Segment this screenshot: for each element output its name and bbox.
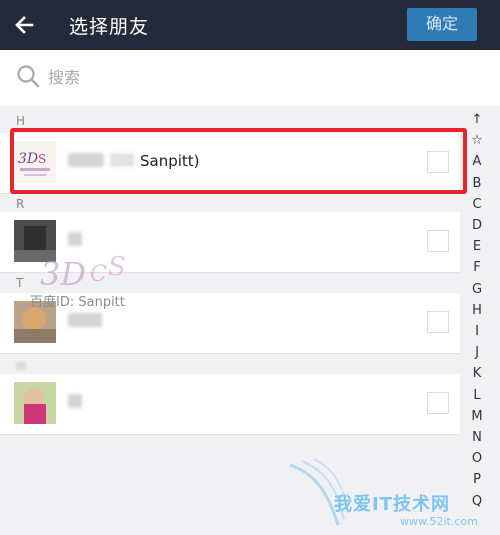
index-letter[interactable]: ↑ — [462, 112, 492, 127]
confirm-button[interactable]: 确定 — [407, 8, 477, 41]
section-letter: R — [16, 197, 25, 211]
select-checkbox[interactable] — [427, 230, 449, 252]
highlight-annotation — [10, 128, 467, 194]
index-letter[interactable]: C — [462, 197, 492, 212]
index-letter[interactable]: B — [462, 176, 492, 191]
index-letter[interactable]: G — [462, 282, 492, 297]
index-letter[interactable]: K — [462, 366, 492, 381]
index-letter[interactable]: D — [462, 218, 492, 233]
index-letter[interactable]: F — [462, 260, 492, 275]
friend-row[interactable] — [0, 374, 460, 435]
index-letter[interactable]: I — [462, 324, 492, 339]
index-letter[interactable]: L — [462, 388, 492, 403]
brand-watermark-url: www.52it.com — [400, 515, 478, 528]
index-letter[interactable]: A — [462, 154, 492, 169]
svg-text:S: S — [108, 252, 126, 282]
index-letter[interactable]: H — [462, 303, 492, 318]
search-input[interactable] — [46, 62, 410, 92]
page-title: 选择朋友 — [69, 16, 150, 38]
index-letter[interactable]: ☆ — [462, 133, 492, 148]
section-letter: H — [16, 114, 26, 128]
brand-watermark-text: 我爱IT技术网 — [334, 494, 450, 515]
index-letter[interactable]: M — [462, 409, 492, 424]
avatar — [14, 382, 56, 424]
svg-text:C: C — [90, 262, 107, 287]
blurred-name — [68, 313, 102, 327]
select-checkbox[interactable] — [427, 311, 449, 333]
index-letter[interactable]: N — [462, 430, 492, 445]
blurred-name — [68, 232, 82, 246]
search-icon — [17, 65, 40, 88]
baidu-id-watermark: 百度ID: Sanpitt — [30, 295, 125, 310]
index-letter[interactable]: E — [462, 239, 492, 254]
section-letter: T — [16, 276, 24, 290]
svg-text:3D: 3D — [40, 255, 86, 293]
index-letter[interactable]: J — [462, 345, 492, 360]
select-checkbox[interactable] — [427, 392, 449, 414]
back-arrow-icon[interactable] — [10, 10, 40, 40]
blurred-name — [68, 394, 82, 408]
